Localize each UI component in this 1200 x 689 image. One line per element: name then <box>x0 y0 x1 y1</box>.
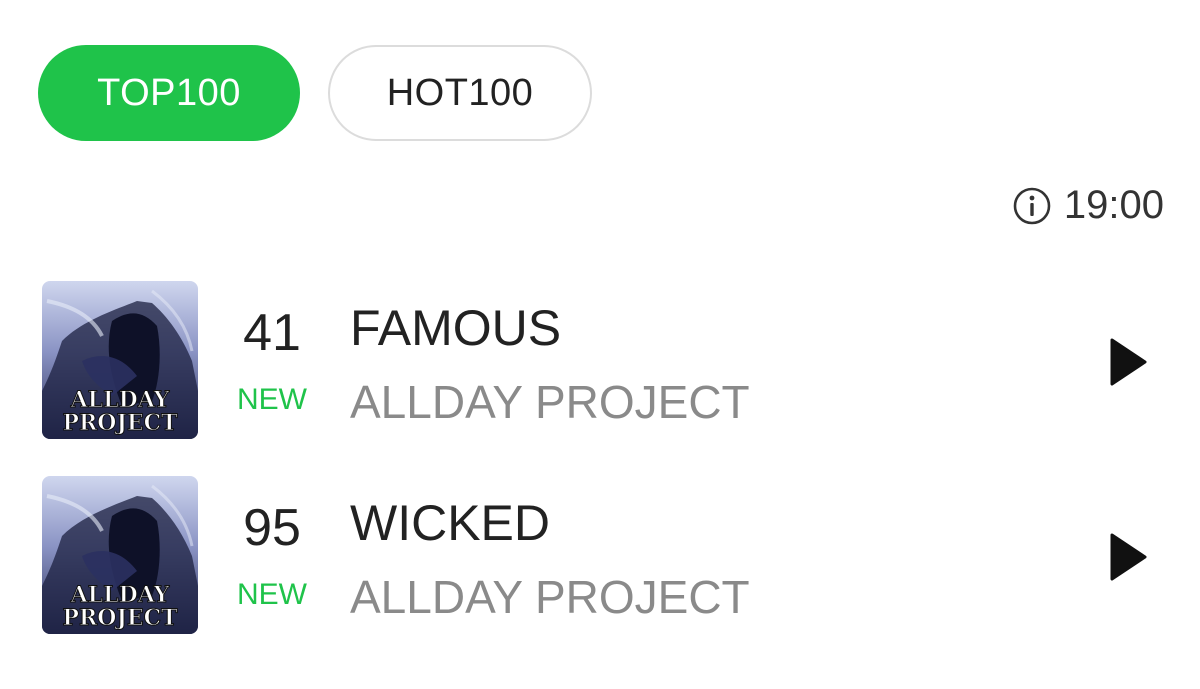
update-time-label: 19:00 <box>1063 183 1164 227</box>
cover-text-line2: PROJECT <box>62 410 178 436</box>
cover-text-line2: PROJECT <box>62 605 178 631</box>
song-title[interactable]: WICKED <box>350 494 550 552</box>
album-cover[interactable]: ALLDAY PROJECT <box>42 476 198 634</box>
play-icon[interactable] <box>1108 337 1148 387</box>
rank-number: 41 <box>243 304 301 362</box>
tab-top100[interactable]: TOP100 <box>38 45 300 141</box>
album-cover[interactable]: ALLDAY PROJECT <box>42 281 198 439</box>
rank-number: 95 <box>243 499 301 557</box>
artist-name[interactable]: ALLDAY PROJECT <box>350 570 750 624</box>
update-time: 19:00 <box>1012 183 1164 228</box>
tab-hot100[interactable]: HOT100 <box>328 45 592 141</box>
new-badge: NEW <box>237 383 307 416</box>
chart-tabs: TOP100 HOT100 <box>38 45 592 141</box>
chart-row: ALLDAY PROJECT 95 NEW WICKED ALLDAY PROJ… <box>42 476 1200 636</box>
song-title[interactable]: FAMOUS <box>350 299 561 357</box>
play-icon[interactable] <box>1108 532 1148 582</box>
new-badge: NEW <box>237 578 307 611</box>
info-icon[interactable] <box>1012 186 1052 226</box>
artist-name[interactable]: ALLDAY PROJECT <box>350 375 750 429</box>
chart-row: ALLDAY PROJECT 41 NEW FAMOUS ALLDAY PROJ… <box>42 281 1200 441</box>
